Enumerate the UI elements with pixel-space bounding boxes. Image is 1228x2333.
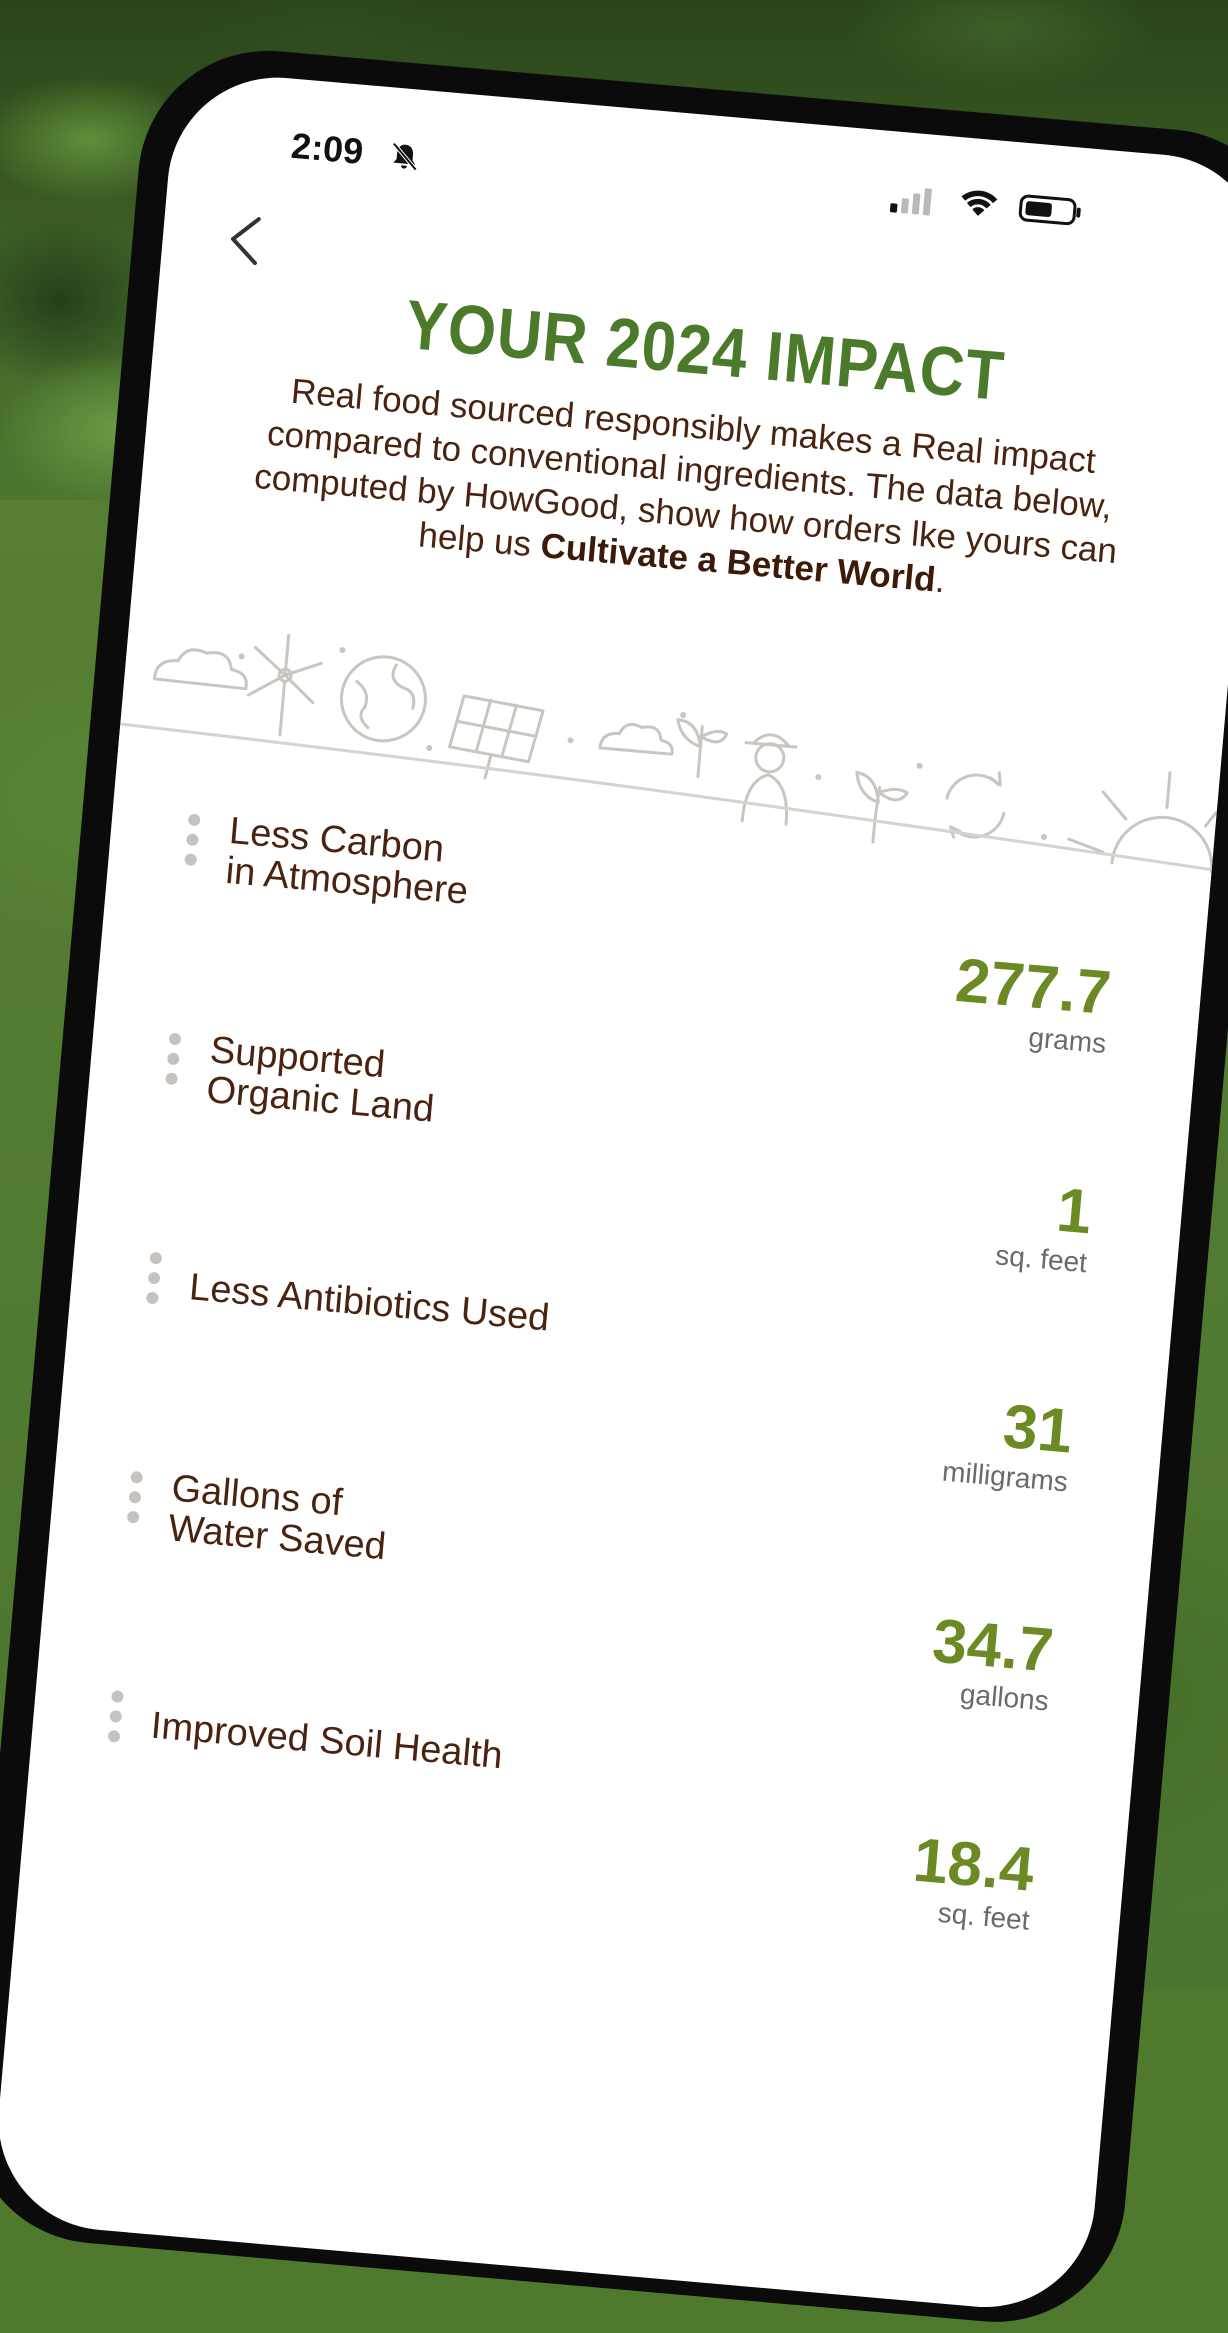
recycle-icon bbox=[945, 771, 1006, 839]
cloud-icon bbox=[152, 648, 248, 691]
chevron-left-icon[interactable] bbox=[218, 208, 273, 272]
metric-unit: gallons bbox=[958, 1677, 1050, 1717]
intro-end: . bbox=[933, 560, 947, 601]
battery-icon bbox=[1018, 194, 1081, 226]
metric-value: 18.4 bbox=[910, 1825, 1037, 1905]
metric-value: 277.7 bbox=[952, 945, 1114, 1029]
sprout-icon bbox=[676, 718, 729, 779]
status-time: 2:09 bbox=[289, 124, 365, 172]
wifi-icon bbox=[961, 190, 998, 216]
drag-handle-icon[interactable] bbox=[126, 1470, 145, 1534]
phone-screen: 2:09 YOUR 2024 IMPACT Real food sourced … bbox=[0, 68, 1228, 2317]
metric-value: 34.7 bbox=[929, 1606, 1057, 1686]
drag-handle-icon[interactable] bbox=[107, 1689, 126, 1753]
metric-unit: sq. feet bbox=[994, 1239, 1089, 1279]
metric-value: 31 bbox=[1000, 1391, 1076, 1467]
metric-label-line-2: Organic Land bbox=[204, 1069, 436, 1131]
drag-handle-icon[interactable] bbox=[183, 813, 202, 876]
metric-value: 1 bbox=[1053, 1175, 1095, 1248]
globe-icon bbox=[339, 655, 427, 743]
cloud-icon-2 bbox=[598, 722, 674, 756]
metric-label-line-2: Water Saved bbox=[166, 1507, 388, 1569]
drag-handle-icon[interactable] bbox=[145, 1251, 164, 1315]
bell-slash-icon bbox=[392, 142, 418, 171]
metric-unit: grams bbox=[1027, 1021, 1108, 1060]
windmill-icon bbox=[246, 633, 323, 737]
drag-handle-icon[interactable] bbox=[164, 1032, 183, 1095]
cellular-signal-icon bbox=[889, 188, 932, 216]
metric-unit: sq. feet bbox=[936, 1896, 1031, 1936]
